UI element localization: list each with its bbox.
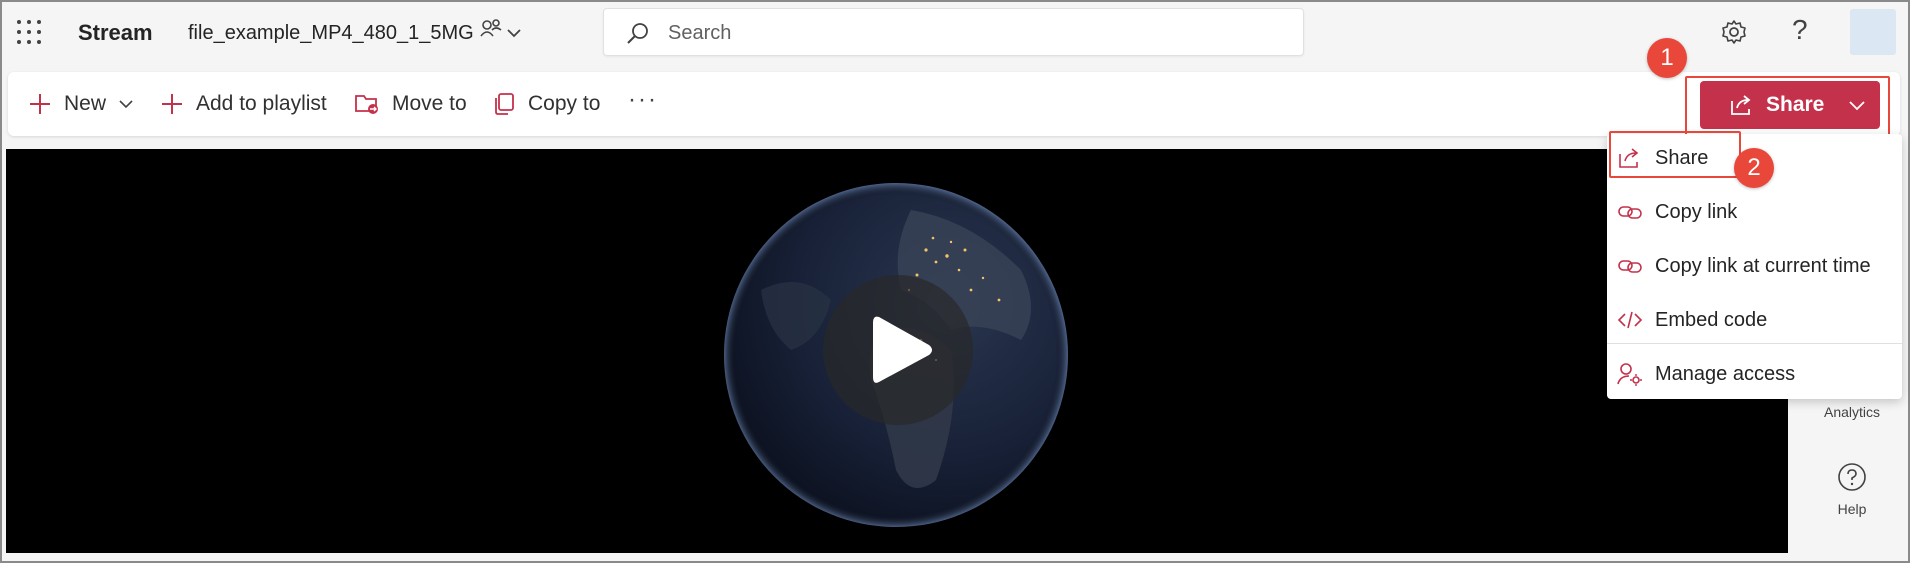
step-badge-1: 1 xyxy=(1647,38,1687,78)
move-to-label: Move to xyxy=(392,92,467,115)
link-icon xyxy=(1618,260,1642,273)
help-icon[interactable]: ? xyxy=(1792,14,1808,46)
search-icon xyxy=(627,23,648,44)
copy-to-label: Copy to xyxy=(528,92,601,115)
play-button[interactable] xyxy=(823,275,973,425)
folder-move-icon xyxy=(355,95,378,114)
add-to-playlist-button[interactable]: Add to playlist xyxy=(160,88,327,120)
menu-share-highlight xyxy=(1609,131,1741,178)
new-button[interactable]: New xyxy=(28,88,134,120)
plus-icon xyxy=(30,94,50,114)
command-bar: New Add to playlist Move to Copy to ··· xyxy=(8,72,1900,136)
menu-item-label: Copy link at current time xyxy=(1655,254,1871,277)
move-to-button[interactable]: Move to xyxy=(354,88,467,120)
menu-item-embed-code[interactable]: Embed code xyxy=(1607,296,1902,344)
code-icon xyxy=(1617,311,1643,329)
new-label: New xyxy=(64,92,107,115)
add-to-playlist-label: Add to playlist xyxy=(196,92,327,115)
menu-item-manage-access[interactable]: Manage access xyxy=(1607,350,1902,398)
copy-to-button[interactable]: Copy to xyxy=(492,88,600,120)
more-options-button[interactable]: ··· xyxy=(628,86,658,114)
menu-item-copy-link-time[interactable]: Copy link at current time xyxy=(1607,242,1902,290)
menu-item-copy-link[interactable]: Copy link xyxy=(1607,188,1902,236)
link-icon xyxy=(1618,206,1642,219)
file-name: file_example_MP4_480_1_5MG xyxy=(188,22,474,44)
play-icon xyxy=(873,316,932,383)
manage-access-icon xyxy=(1617,363,1642,386)
avatar[interactable] xyxy=(1850,9,1896,55)
chevron-down-icon xyxy=(1849,101,1865,111)
app-name[interactable]: Stream xyxy=(78,20,153,46)
app-window: Stream file_example_MP4_480_1_5MG ? xyxy=(0,0,1910,563)
analytics-label: Analytics xyxy=(1823,404,1881,420)
step-badge-2: 2 xyxy=(1734,148,1774,188)
rail-help[interactable]: Help xyxy=(1812,462,1892,517)
people-icon[interactable] xyxy=(480,18,524,48)
top-bar: Stream file_example_MP4_480_1_5MG ? xyxy=(2,2,1908,64)
plus-icon xyxy=(162,94,182,114)
waffle-icon[interactable] xyxy=(16,19,42,45)
share-button-label: Share xyxy=(1766,93,1825,116)
help-circle-icon xyxy=(1838,463,1866,491)
video-player[interactable] xyxy=(6,149,1788,553)
rail-analytics[interactable]: Analytics xyxy=(1812,404,1892,420)
menu-item-label: Manage access xyxy=(1655,362,1796,385)
help-label: Help xyxy=(1837,501,1867,517)
search-box[interactable] xyxy=(603,8,1304,56)
menu-item-label: Embed code xyxy=(1655,308,1768,331)
share-icon xyxy=(1731,95,1751,115)
copy-icon xyxy=(495,93,514,115)
chevron-down-icon xyxy=(119,100,133,109)
menu-divider xyxy=(1607,343,1902,344)
gear-icon[interactable] xyxy=(1720,18,1748,46)
menu-item-label: Copy link xyxy=(1655,200,1738,223)
search-input[interactable] xyxy=(668,17,1288,49)
share-button[interactable]: Share xyxy=(1700,81,1880,129)
